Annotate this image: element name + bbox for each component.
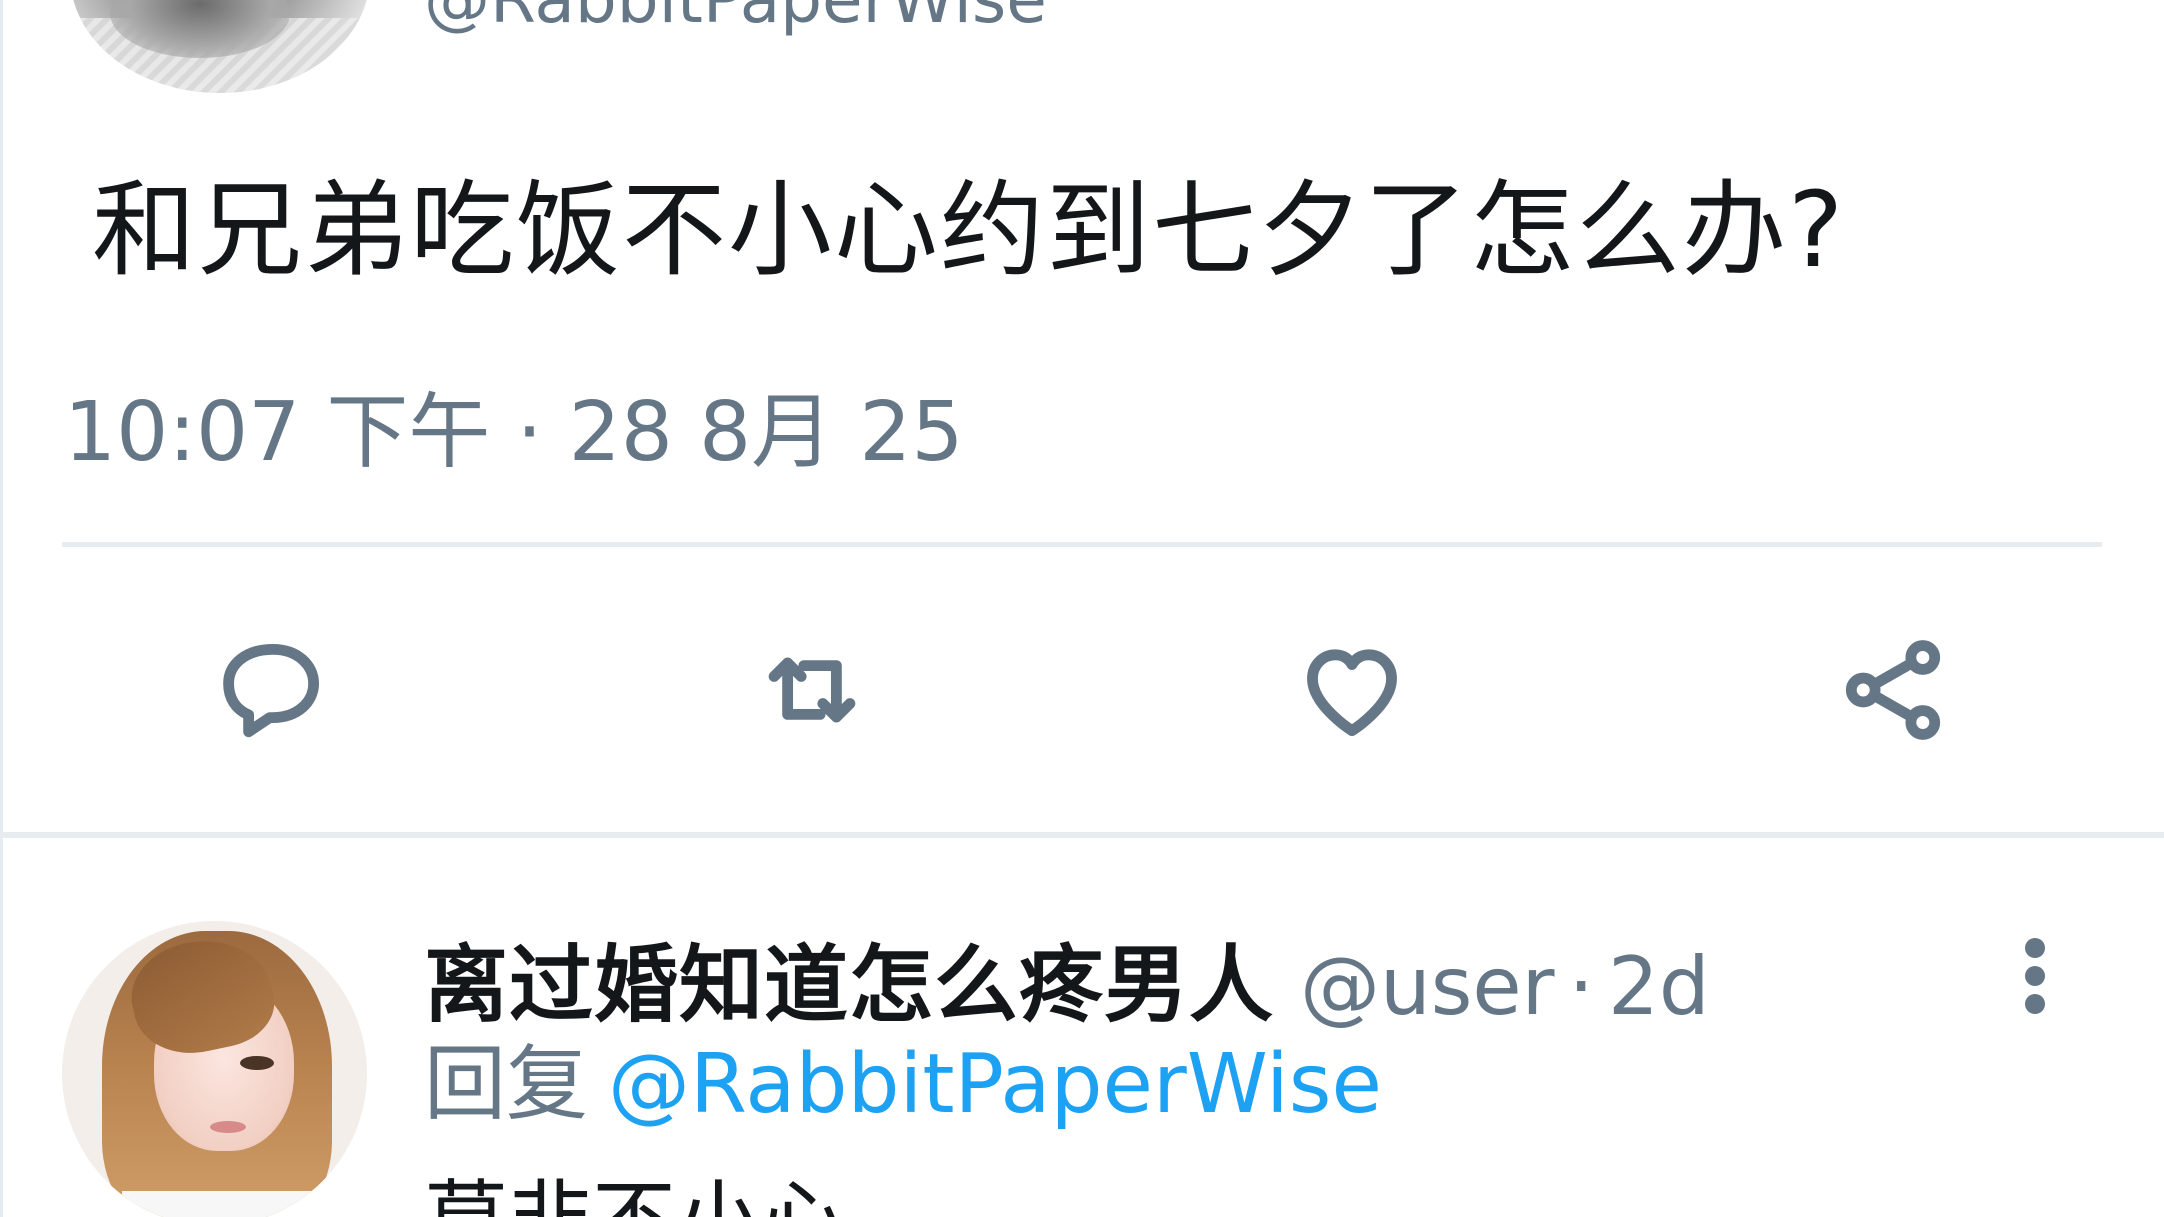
reply-display-name[interactable]: 离过婚知道怎么疼男人 xyxy=(424,936,1274,1034)
tweet-timestamp: 10:07 下午 · 28 8月 25 xyxy=(64,385,964,480)
comment-icon xyxy=(223,643,320,738)
share-button[interactable] xyxy=(1818,620,1968,760)
more-dot-icon xyxy=(2025,994,2045,1014)
reply-age: 2d xyxy=(1607,940,1710,1033)
retweet-icon xyxy=(768,657,856,723)
avatar-eye xyxy=(240,1056,274,1070)
tweet-text: 和兄弟吃饭不小心约到七夕了怎么办? xyxy=(92,169,1846,291)
left-edge-divider xyxy=(0,0,3,1217)
separator-dot: · xyxy=(1568,940,1594,1033)
section-divider xyxy=(0,832,2164,838)
replying-to: 回复 @RabbitPaperWise xyxy=(424,1035,1382,1135)
like-button[interactable] xyxy=(1277,620,1427,760)
replying-to-label: 回复 xyxy=(424,1037,589,1132)
divider xyxy=(62,542,2102,547)
tweet-detail-screen: @RabbitPaperWise 和兄弟吃饭不小心约到七夕了怎么办? 10:07… xyxy=(0,0,2164,1217)
share-icon xyxy=(1845,640,1941,740)
reply-author-avatar[interactable] xyxy=(62,921,367,1217)
reply-handle[interactable]: @user xyxy=(1300,940,1555,1033)
reply-text: 莫非不小心 xyxy=(424,1170,844,1217)
more-dot-icon xyxy=(2025,938,2045,958)
avatar-lips xyxy=(210,1121,246,1133)
more-options-button[interactable] xyxy=(2010,930,2060,1020)
avatar-shirt xyxy=(122,1191,322,1217)
reply-button[interactable] xyxy=(198,620,348,760)
author-avatar[interactable] xyxy=(70,0,370,93)
replying-to-handle-link[interactable]: @RabbitPaperWise xyxy=(608,1037,1382,1132)
author-handle[interactable]: @RabbitPaperWise xyxy=(424,0,1047,40)
retweet-button[interactable] xyxy=(737,620,887,760)
more-dot-icon xyxy=(2025,966,2045,986)
heart-icon xyxy=(1307,649,1397,737)
